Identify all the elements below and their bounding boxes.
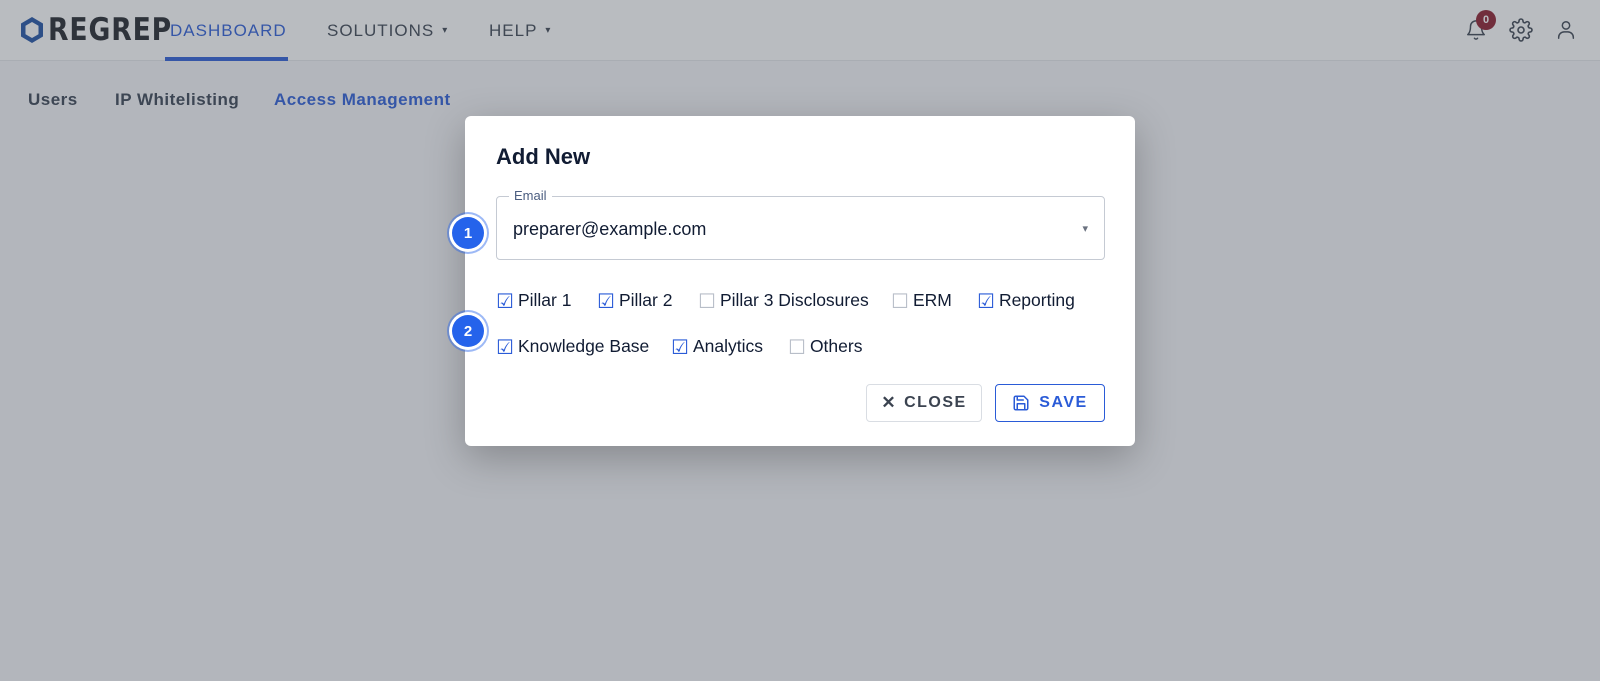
checkbox-pillar-1[interactable]: ☑ Pillar 1: [496, 290, 571, 311]
checkbox-others[interactable]: ☐ Others: [788, 336, 862, 357]
checkbox-pillar-2[interactable]: ☑ Pillar 2: [597, 290, 672, 311]
checkbox-checked-icon: ☑: [597, 288, 615, 313]
close-button-label: CLOSE: [904, 394, 967, 411]
close-icon: ✕: [881, 393, 898, 412]
checkbox-label: Analytics: [692, 336, 763, 356]
checkbox-checked-icon: ☑: [496, 288, 514, 313]
checkbox-label: Pillar 2: [618, 290, 673, 310]
checkbox-reporting[interactable]: ☑ Reporting: [977, 290, 1075, 311]
chevron-down-icon: ▾: [1082, 223, 1088, 235]
checkbox-analytics[interactable]: ☑ Analytics: [671, 336, 763, 357]
step-marker-2: 2: [452, 315, 484, 347]
add-new-dialog: Add New Email preparer@example.com ▾ ☑ P…: [465, 116, 1135, 446]
checkbox-label: ERM: [912, 290, 952, 310]
checkbox-knowledge-base[interactable]: ☑ Knowledge Base: [496, 336, 649, 357]
close-button[interactable]: ✕ CLOSE: [866, 384, 982, 422]
save-button[interactable]: SAVE: [995, 384, 1105, 422]
email-select[interactable]: Email preparer@example.com ▾: [496, 188, 1105, 260]
save-icon: [1013, 395, 1029, 411]
dialog-title: Add New: [496, 144, 591, 169]
checkbox-checked-icon: ☑: [977, 288, 995, 313]
save-button-label: SAVE: [1039, 394, 1088, 411]
checkbox-pillar-3-disclosures[interactable]: ☐ Pillar 3 Disclosures: [698, 290, 869, 311]
checkbox-label: Pillar 3 Disclosures: [719, 290, 869, 310]
checkbox-label: Pillar 1: [517, 290, 572, 310]
checkbox-unchecked-icon: ☐: [788, 334, 806, 359]
checkbox-unchecked-icon: ☐: [891, 288, 909, 313]
step-marker-1: 1: [452, 217, 484, 249]
checkbox-checked-icon: ☑: [496, 334, 514, 359]
checkbox-label: Others: [809, 336, 863, 356]
checkbox-unchecked-icon: ☐: [698, 288, 716, 313]
email-value: preparer@example.com: [513, 219, 707, 239]
checkbox-label: Knowledge Base: [517, 336, 650, 356]
checkbox-erm[interactable]: ☐ ERM: [891, 290, 952, 311]
checkbox-label: Reporting: [998, 290, 1075, 310]
email-label: Email: [509, 188, 552, 203]
checkbox-checked-icon: ☑: [671, 334, 689, 359]
